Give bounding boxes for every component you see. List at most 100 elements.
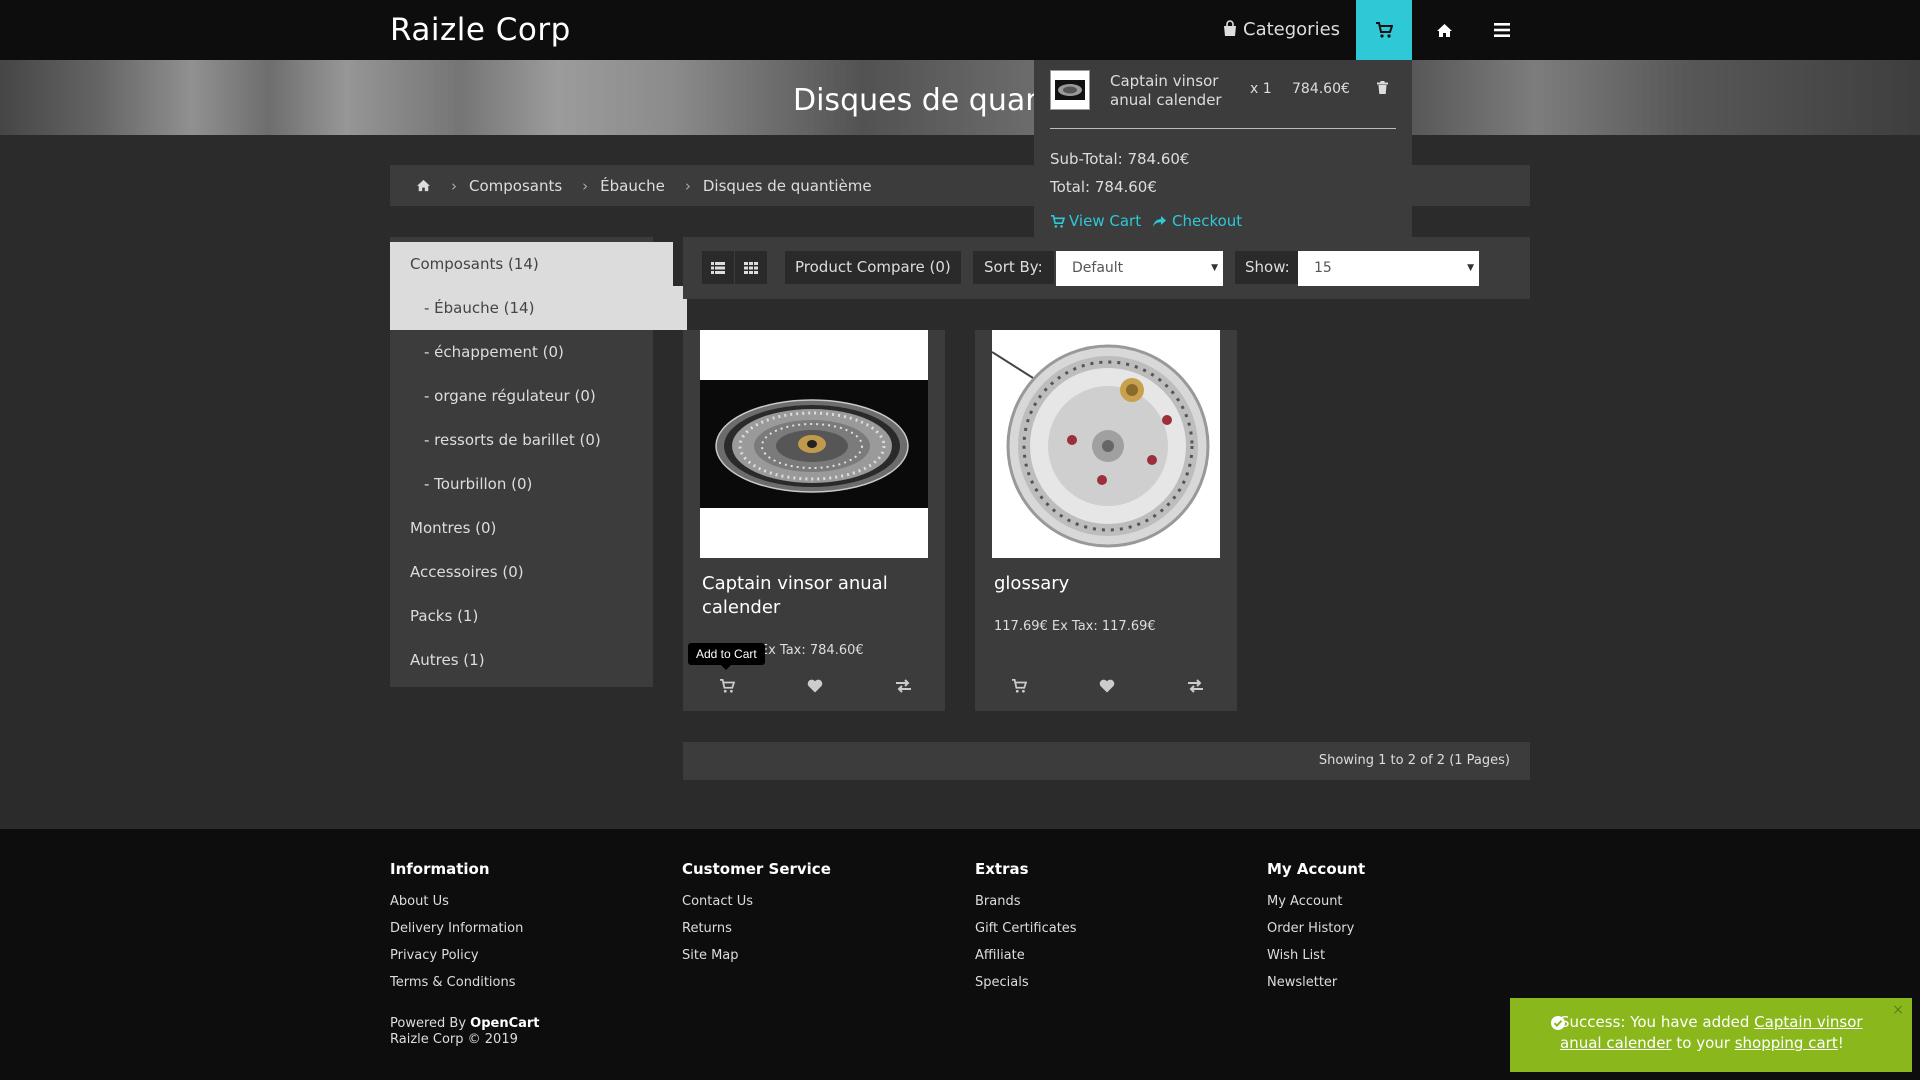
alert-suffix: ! <box>1837 1034 1844 1052</box>
footer-link-newsletter[interactable]: Newsletter <box>1267 969 1365 996</box>
footer-link-contact-us[interactable]: Contact Us <box>682 888 831 915</box>
cart-dropdown: Captain vinsor anual calender x 1 784.60… <box>1034 60 1412 250</box>
home-button[interactable] <box>1416 0 1472 60</box>
dropdown-caret-icon: ▼ <box>1467 263 1474 273</box>
footer-column-extras: Extras Brands Gift Certificates Affiliat… <box>975 859 1077 996</box>
check-circle-icon <box>1551 1016 1565 1030</box>
category-sidebar: Composants (14) - Ébauche (14) - échappe… <box>390 237 687 687</box>
share-arrow-icon <box>1152 215 1167 228</box>
exchange-icon <box>895 679 912 693</box>
alert-middle: to your <box>1676 1034 1730 1052</box>
show-limit-value: 15 <box>1314 260 1332 276</box>
view-cart-label: View Cart <box>1069 212 1142 230</box>
footer-credits: Powered By OpenCart Raizle Corp © 2019 <box>390 1016 540 1048</box>
remove-item-button[interactable] <box>1377 81 1388 94</box>
sidebar-item-ebauche[interactable]: - Ébauche (14) <box>390 286 687 330</box>
add-to-cart-button[interactable] <box>712 674 742 698</box>
footer-column-information: Information About Us Delivery Informatio… <box>390 859 523 996</box>
category-banner: Disques de quantième <box>0 60 1920 135</box>
add-to-wishlist-button[interactable] <box>800 674 830 698</box>
footer-link-about-us[interactable]: About Us <box>390 888 523 915</box>
dropdown-caret-icon: ▼ <box>1211 263 1218 273</box>
pagination-bar: Showing 1 to 2 of 2 (1 Pages) <box>683 742 1530 780</box>
show-limit-select[interactable]: 15 ▼ <box>1298 251 1479 286</box>
footer-link-returns[interactable]: Returns <box>682 915 831 942</box>
copyright: Raizle Corp © 2019 <box>390 1032 518 1047</box>
breadcrumb-separator: › <box>684 176 691 195</box>
view-cart-link[interactable]: View Cart <box>1050 212 1141 230</box>
heart-icon <box>1099 679 1115 693</box>
product-price: 117.69€ Ex Tax: 117.69€ <box>994 619 1156 634</box>
product-image[interactable] <box>992 330 1220 558</box>
footer-link-terms-conditions[interactable]: Terms & Conditions <box>390 969 523 996</box>
footer-link-wish-list[interactable]: Wish List <box>1267 942 1365 969</box>
cart-item-name[interactable]: Captain vinsor anual calender <box>1110 72 1240 110</box>
footer-heading: Information <box>390 860 490 878</box>
alert-prefix: Success: You have added <box>1560 1013 1750 1031</box>
list-view-button[interactable] <box>702 251 734 284</box>
sort-by-select[interactable]: Default ▼ <box>1056 251 1223 286</box>
close-icon[interactable]: × <box>1892 1000 1904 1021</box>
sidebar-item-montres[interactable]: Montres (0) <box>390 506 673 550</box>
footer-link-specials[interactable]: Specials <box>975 969 1077 996</box>
footer-link-privacy-policy[interactable]: Privacy Policy <box>390 942 523 969</box>
footer-link-site-map[interactable]: Site Map <box>682 942 831 969</box>
footer-link-delivery-information[interactable]: Delivery Information <box>390 915 523 942</box>
product-name[interactable]: glossary <box>994 572 1224 596</box>
sidebar-item-ressorts-de-barillet[interactable]: - ressorts de barillet (0) <box>390 418 687 462</box>
cart-item-quantity: x 1 <box>1250 81 1272 97</box>
footer-heading: Extras <box>975 860 1029 878</box>
sidebar-item-composants[interactable]: Composants (14) <box>390 242 673 286</box>
compare-button[interactable] <box>888 674 918 698</box>
powered-by-label: Powered By <box>390 1016 467 1031</box>
top-navbar: Raizle Corp Categories <box>0 0 1920 60</box>
sidebar-item-echappement[interactable]: - échappement (0) <box>390 330 687 374</box>
breadcrumb-item-current[interactable]: Disques de quantième <box>703 177 872 195</box>
sidebar-item-packs[interactable]: Packs (1) <box>390 594 673 638</box>
show-label: Show: <box>1235 251 1300 284</box>
pagination-summary: Showing 1 to 2 of 2 (1 Pages) <box>1318 753 1510 768</box>
sidebar-item-autres[interactable]: Autres (1) <box>390 638 673 682</box>
breadcrumb-item-composants[interactable]: Composants <box>469 177 562 195</box>
exchange-icon <box>1187 679 1204 693</box>
cart-item-thumbnail[interactable] <box>1050 70 1090 110</box>
breadcrumb-item-ebauche[interactable]: Ébauche <box>600 177 665 195</box>
sort-by-label: Sort By: <box>973 251 1054 284</box>
footer-link-gift-certificates[interactable]: Gift Certificates <box>975 915 1077 942</box>
cart-item-price: 784.60€ <box>1292 81 1350 97</box>
brand-logo[interactable]: Raizle Corp <box>390 0 571 60</box>
cart-icon <box>1050 214 1065 228</box>
checkout-link[interactable]: Checkout <box>1152 212 1242 230</box>
success-alert: Success: You have added Captain vinsor a… <box>1510 998 1912 1072</box>
sidebar-item-tourbillon[interactable]: - Tourbillon (0) <box>390 462 687 506</box>
menu-icon <box>1494 23 1510 37</box>
alert-cart-link[interactable]: shopping cart <box>1735 1034 1838 1052</box>
compare-button[interactable] <box>1180 674 1210 698</box>
sort-by-value: Default <box>1072 260 1124 276</box>
footer-link-my-account[interactable]: My Account <box>1267 888 1365 915</box>
grid-view-button[interactable] <box>735 251 767 284</box>
categories-menu[interactable]: Categories <box>1222 0 1340 60</box>
sidebar-item-accessoires[interactable]: Accessoires (0) <box>390 550 673 594</box>
categories-label: Categories <box>1243 19 1341 40</box>
footer-link-order-history[interactable]: Order History <box>1267 915 1365 942</box>
footer-link-affiliate[interactable]: Affiliate <box>975 942 1077 969</box>
footer-link-brands[interactable]: Brands <box>975 888 1077 915</box>
product-name[interactable]: Captain vinsor anual calender <box>702 572 932 620</box>
cart-total: Total: 784.60€ <box>1050 178 1157 196</box>
menu-button[interactable] <box>1474 0 1530 60</box>
trash-icon <box>1377 81 1388 94</box>
cart-icon <box>719 679 735 693</box>
divider <box>1050 128 1396 129</box>
cart-button[interactable] <box>1356 0 1412 60</box>
product-image[interactable] <box>700 330 928 558</box>
sidebar-item-organe-regulateur[interactable]: - organe régulateur (0) <box>390 374 687 418</box>
breadcrumb-home-icon[interactable] <box>416 179 431 192</box>
footer-column-customer-service: Customer Service Contact Us Returns Site… <box>682 859 831 969</box>
product-compare-link[interactable]: Product Compare (0) <box>785 251 961 284</box>
opencart-link[interactable]: OpenCart <box>470 1016 539 1031</box>
add-to-cart-button[interactable] <box>1004 674 1034 698</box>
list-view-icon <box>711 261 725 274</box>
footer-heading: My Account <box>1267 860 1366 878</box>
add-to-wishlist-button[interactable] <box>1092 674 1122 698</box>
